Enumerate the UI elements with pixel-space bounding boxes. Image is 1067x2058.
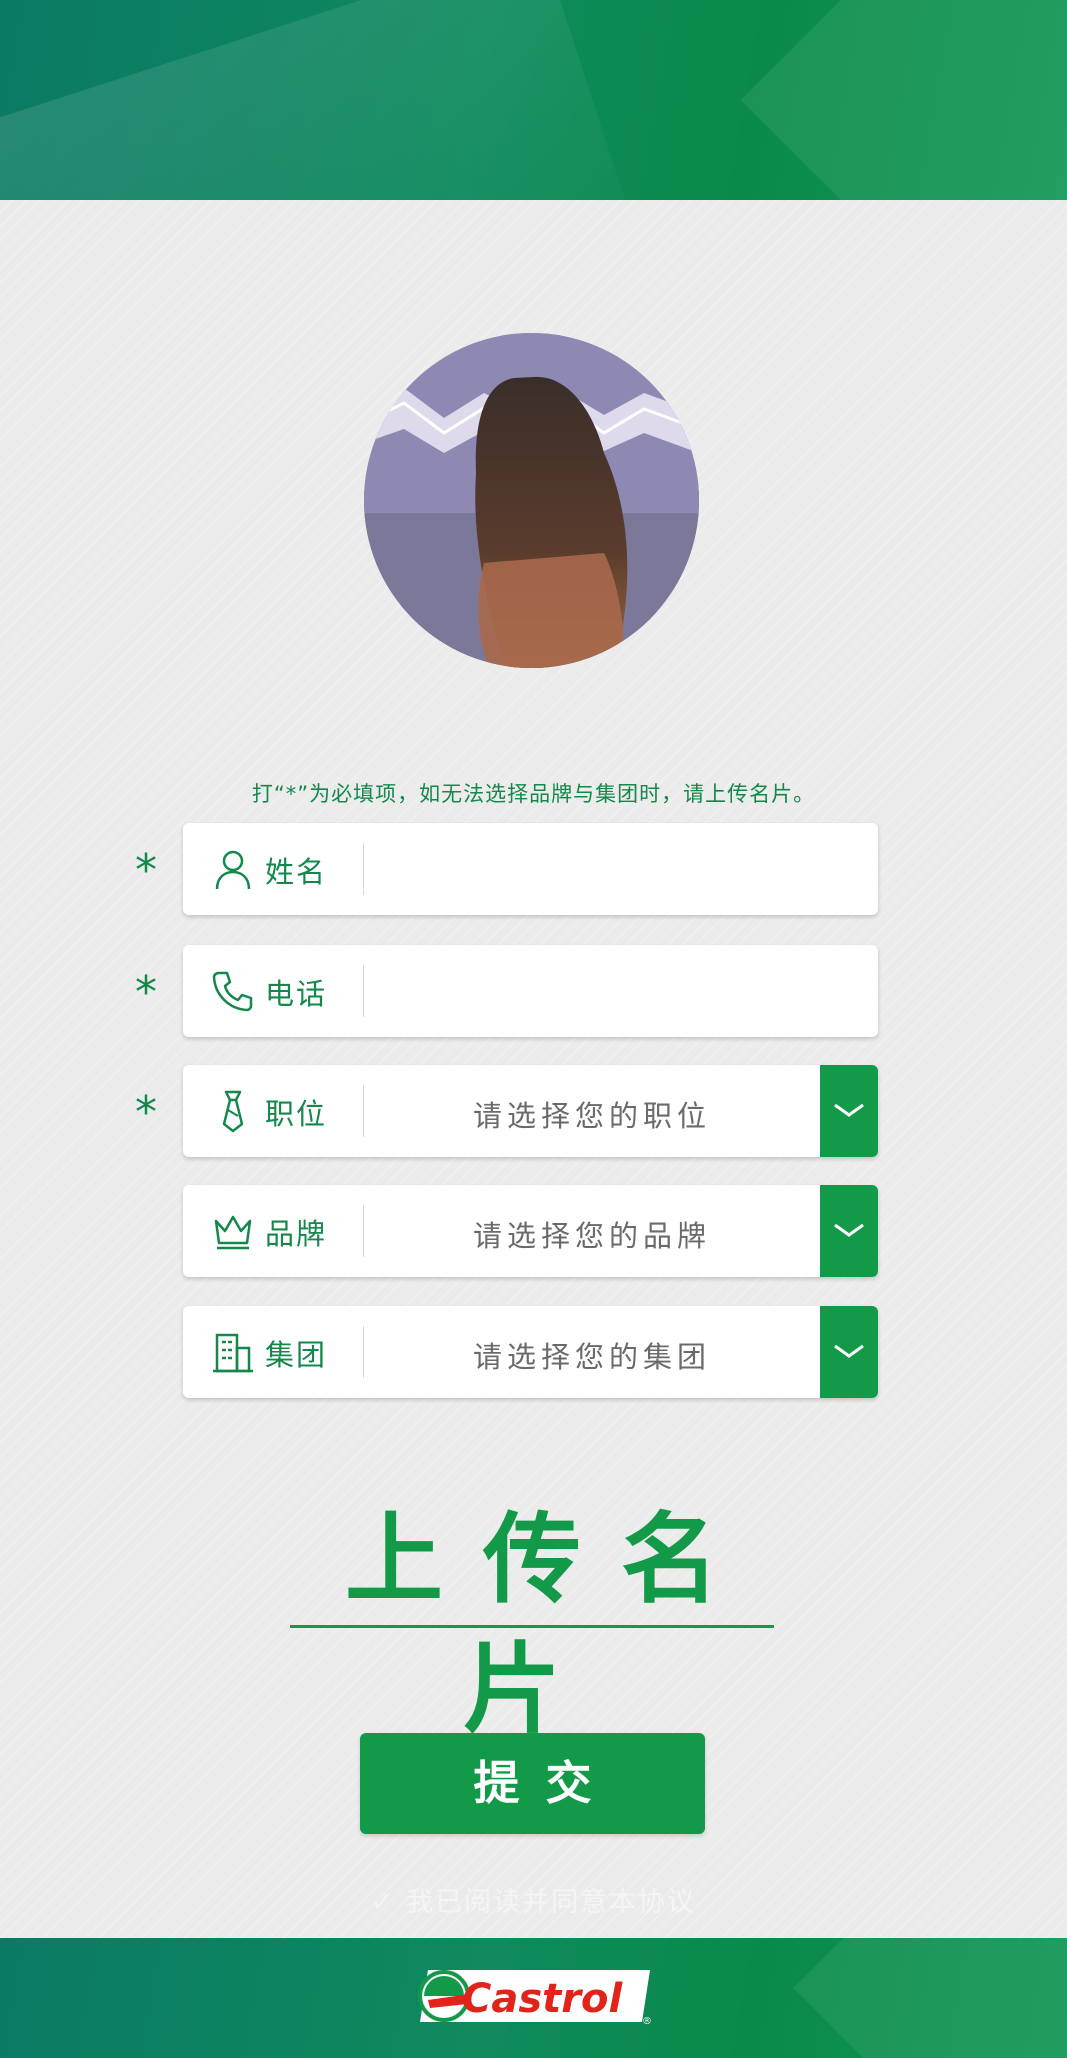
brand-placeholder: 请选择您的品牌 <box>472 1219 711 1253</box>
required-mark: * <box>135 845 157 896</box>
registered-mark: ® <box>642 2016 652 2027</box>
top-banner <box>0 0 1067 200</box>
submit-button[interactable]: 提交 <box>360 1733 705 1834</box>
phone-field[interactable]: * 电话 <box>135 945 878 1037</box>
position-select[interactable]: * 职位 请选择您的职位 <box>135 1065 878 1157</box>
group-label: 集团 <box>265 1338 328 1372</box>
chevron-down-icon <box>834 1344 864 1358</box>
name-field[interactable]: * 姓名 <box>135 823 878 915</box>
tie-icon <box>211 1089 255 1133</box>
required-mark: * <box>135 1087 157 1138</box>
group-select[interactable]: 集团 请选择您的集团 <box>183 1306 878 1398</box>
brand-dropdown-button[interactable] <box>820 1185 878 1277</box>
phone-label: 电话 <box>265 977 328 1011</box>
group-dropdown-button[interactable] <box>820 1306 878 1398</box>
position-label: 职位 <box>265 1097 328 1131</box>
position-placeholder: 请选择您的职位 <box>472 1099 711 1133</box>
agreement-checkbox[interactable]: ✓ 我已阅读并同意本协议 <box>0 1880 1067 1919</box>
group-placeholder: 请选择您的集团 <box>472 1340 711 1374</box>
building-icon <box>211 1330 255 1374</box>
divider <box>363 843 364 895</box>
chevron-down-icon <box>834 1103 864 1117</box>
logo-text: Castrol <box>462 1976 623 2022</box>
crown-icon <box>211 1209 255 1253</box>
castrol-logo: Castrol ® <box>410 1964 660 2028</box>
person-icon <box>211 847 255 891</box>
brand-select[interactable]: 品牌 请选择您的品牌 <box>183 1185 878 1277</box>
avatar-photo <box>364 333 699 668</box>
required-mark: * <box>135 967 157 1018</box>
avatar[interactable] <box>364 333 699 668</box>
brand-label: 品牌 <box>265 1217 328 1251</box>
upload-card-button[interactable]: 上传名片 <box>290 1495 774 1747</box>
phone-icon <box>211 969 255 1013</box>
divider <box>363 965 364 1017</box>
position-dropdown-button[interactable] <box>820 1065 878 1157</box>
name-label: 姓名 <box>265 855 328 889</box>
chevron-down-icon <box>834 1223 864 1237</box>
instructions-text: 打“*”为必填项，如无法选择品牌与集团时，请上传名片。 <box>251 782 816 806</box>
